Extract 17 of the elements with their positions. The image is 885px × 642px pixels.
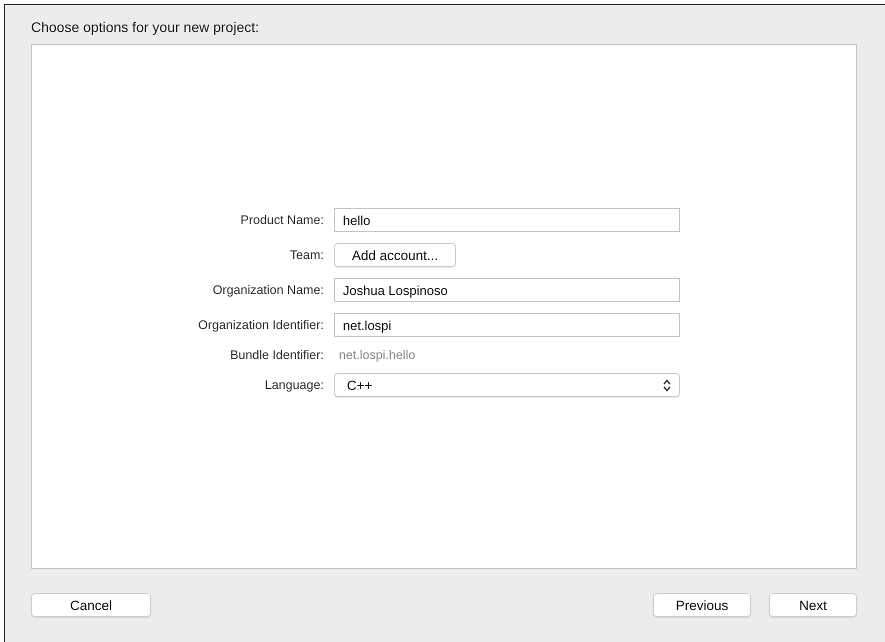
text-field[interactable]: hello: [334, 208, 680, 232]
field-label: Team:: [290, 248, 324, 262]
dialog-button[interactable]: Cancel: [31, 593, 151, 617]
field-label: Language:: [264, 378, 324, 392]
text-field[interactable]: net.lospi: [334, 313, 680, 337]
field-value: net.lospi.hello: [338, 348, 416, 362]
text-field[interactable]: Joshua Lospinoso: [334, 278, 680, 302]
add-account-button[interactable]: Add account...: [334, 243, 456, 267]
dialog-button[interactable]: Previous: [653, 593, 751, 617]
dialog-heading: Choose options for your new project:: [31, 19, 260, 35]
language-select[interactable]: C++: [334, 373, 680, 397]
field-label: Organization Name:: [212, 283, 324, 297]
stepper-icon: [662, 378, 671, 392]
field-label: Organization Identifier:: [198, 318, 324, 332]
dialog-button[interactable]: Next: [769, 593, 857, 617]
field-label: Bundle Identifier:: [230, 348, 324, 362]
field-label: Product Name:: [240, 213, 324, 227]
